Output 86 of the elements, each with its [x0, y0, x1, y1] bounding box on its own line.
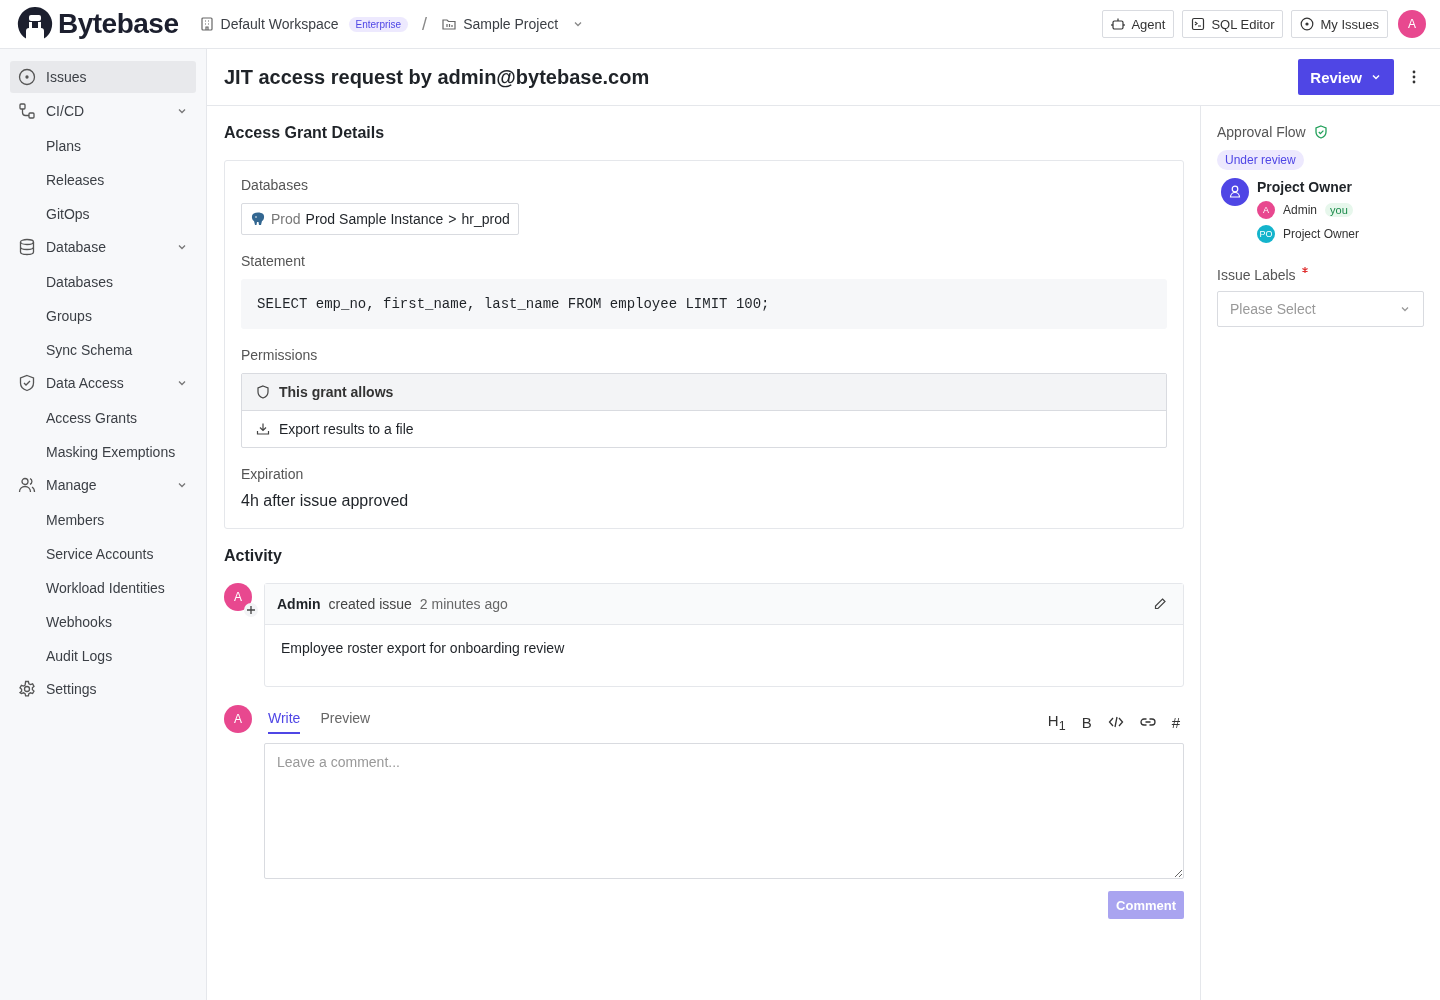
issue-icon	[18, 68, 36, 86]
field-label: Permissions	[241, 347, 319, 363]
section-heading: Activity	[224, 547, 283, 565]
approver-avatar: PO	[1257, 225, 1275, 243]
approver-avatar: A	[1257, 201, 1275, 219]
users-icon	[18, 476, 36, 494]
format-button[interactable]: #	[1171, 713, 1180, 731]
sidebar-item[interactable]: Settings	[10, 673, 196, 705]
download-icon	[256, 422, 270, 436]
workflow-icon	[18, 102, 36, 120]
database-chip[interactable]: Prod Prod Sample Instance > hr_prod	[241, 203, 519, 235]
user-icon	[1221, 178, 1249, 206]
format-button[interactable]: B	[1081, 713, 1092, 731]
shield-check-icon	[1313, 125, 1328, 139]
expiration-value: 4h after issue approved	[241, 492, 410, 510]
shield-icon	[256, 385, 270, 399]
code-icon[interactable]	[1107, 715, 1124, 729]
toolbar-button[interactable]: Agent	[1102, 10, 1175, 38]
permissions-title: This grant allows	[279, 384, 394, 400]
sidebar-item[interactable]: Webhooks	[10, 605, 196, 639]
plan-badge: Enterprise	[348, 16, 409, 32]
sidebar-item[interactable]: GitOps	[10, 197, 196, 231]
sidebar-item[interactable]: CI/CD	[10, 95, 196, 127]
you-badge: you	[1325, 203, 1353, 217]
approver-role: Project Owner	[1257, 179, 1353, 195]
link-icon[interactable]	[1139, 715, 1156, 729]
field-label: Expiration	[241, 466, 305, 482]
building-icon	[198, 16, 215, 32]
field-label: Issue Labels	[1217, 267, 1296, 283]
sidebar-item[interactable]: Access Grants	[10, 401, 196, 435]
comment-author: Admin	[277, 596, 321, 612]
sidebar-item[interactable]: Workload Identities	[10, 571, 196, 605]
project-name[interactable]: Sample Project	[463, 16, 559, 32]
more-options-icon[interactable]	[1412, 70, 1416, 84]
comment-text: Employee roster export for onboarding review	[280, 639, 566, 658]
workspace-name[interactable]: Default Workspace	[220, 16, 339, 32]
path-separator: >	[448, 211, 457, 227]
user-avatar[interactable]: A	[1398, 10, 1426, 38]
toolbar-button[interactable]: My Issues	[1291, 10, 1388, 38]
sidebar-item[interactable]: Data Access	[10, 367, 196, 399]
settings-icon	[18, 680, 36, 698]
status-badge: Under review	[1217, 150, 1304, 170]
field-label: Statement	[241, 253, 306, 269]
review-button[interactable]: Review	[1298, 59, 1394, 95]
plus-icon	[244, 603, 258, 617]
shield-icon	[18, 374, 36, 392]
user-avatar: A	[224, 705, 252, 733]
comment-field[interactable]: Leave a comment...	[264, 743, 1184, 879]
issue-title: JIT access request by admin@bytebase.com	[224, 65, 650, 89]
comment-action: created issue	[328, 596, 412, 612]
format-button[interactable]: H$_{1}$	[1047, 711, 1066, 733]
sidebar-item[interactable]: Manage	[10, 469, 196, 501]
sidebar-item[interactable]: Members	[10, 503, 196, 537]
sidebar-item[interactable]: Releases	[10, 163, 196, 197]
approver-name: Admin	[1283, 203, 1317, 217]
sidebar-item[interactable]: Audit Logs	[10, 639, 196, 673]
environment-label: Prod	[271, 211, 301, 227]
section-heading: Access Grant Details	[224, 124, 386, 142]
sidebar-item[interactable]: Masking Exemptions	[10, 435, 196, 469]
panel-heading: Approval Flow	[1217, 124, 1306, 140]
sidebar-item[interactable]: Issues	[10, 61, 196, 93]
logo-wordmark[interactable]: Bytebase	[58, 8, 179, 40]
robot-icon	[1111, 17, 1126, 31]
folder-icon	[441, 16, 458, 32]
editor-tab[interactable]: Preview	[320, 710, 371, 734]
sidebar-item[interactable]: Database	[10, 231, 196, 263]
breadcrumb-separator: /	[422, 13, 428, 35]
comment-time: 2 minutes ago	[419, 596, 508, 612]
sidebar-item[interactable]: Plans	[10, 129, 196, 163]
database-icon	[18, 238, 36, 256]
sidebar-item[interactable]: Groups	[10, 299, 196, 333]
sql-statement: SELECT emp_no, first_name, last_name FROM employee LIMIT 100;	[241, 279, 1167, 329]
toolbar-button[interactable]: SQL Editor	[1182, 10, 1284, 38]
editor-tab[interactable]: Write	[268, 710, 301, 734]
instance-name: Prod Sample Instance	[305, 211, 444, 227]
field-label: Databases	[241, 177, 309, 193]
user-avatar: A	[224, 583, 252, 611]
permission-text: Export results to a file	[279, 421, 414, 437]
issue-icon	[1300, 17, 1315, 31]
pencil-icon[interactable]	[1153, 597, 1167, 611]
terminal-icon	[1191, 17, 1206, 31]
approver-name: Project Owner	[1283, 227, 1360, 241]
database-name: hr_prod	[461, 211, 510, 227]
sidebar-item[interactable]: Service Accounts	[10, 537, 196, 571]
sidebar-item[interactable]: Sync Schema	[10, 333, 196, 367]
sidebar-item[interactable]: Databases	[10, 265, 196, 299]
